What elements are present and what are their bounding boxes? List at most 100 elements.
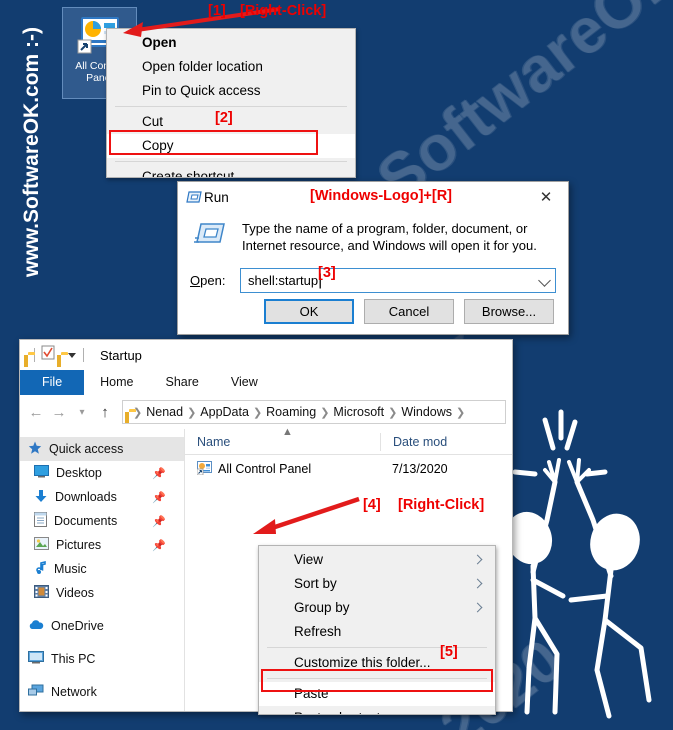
- onedrive-cloud-icon: [28, 619, 44, 633]
- tab-home[interactable]: Home: [84, 370, 149, 395]
- context-menu-desktop-icon[interactable]: Open Open folder location Pin to Quick a…: [106, 28, 356, 178]
- menu-separator: [115, 106, 347, 107]
- breadcrumb-segment-roaming[interactable]: Roaming: [266, 405, 316, 419]
- run-open-row: Open: shell:startup |: [190, 268, 556, 293]
- run-large-icon: [194, 220, 226, 253]
- browse-button[interactable]: Browse...: [464, 299, 554, 324]
- chevron-down-icon[interactable]: [538, 274, 551, 287]
- column-header-date-modified[interactable]: Date mod: [380, 432, 447, 451]
- star-icon: [28, 441, 42, 458]
- menu-item-paste-shortcut[interactable]: Paste shortcut: [259, 706, 495, 714]
- ribbon-tabs: File Home Share View: [20, 370, 512, 395]
- annotation-windows-logo-r: [Windows-Logo]+[R]: [310, 188, 453, 204]
- sidebar-item-label: Documents: [54, 514, 118, 528]
- window-title: Startup: [100, 347, 142, 363]
- close-icon[interactable]: ✕: [524, 182, 568, 212]
- run-dialog-buttons: OK Cancel Browse...: [178, 299, 568, 324]
- sidebar-item-label: OneDrive: [51, 619, 104, 633]
- run-dialog-description: Type the name of a program, folder, docu…: [242, 221, 537, 253]
- breadcrumb-separator: ❯: [133, 406, 143, 419]
- breadcrumb[interactable]: ❯ Nenad ❯ AppData ❯ Roaming ❯ Microsoft …: [122, 400, 506, 424]
- sidebar-item-label: This PC: [51, 652, 96, 666]
- sidebar-item-pictures[interactable]: Pictures 📌: [20, 533, 184, 557]
- forward-arrow-icon[interactable]: →: [49, 404, 69, 421]
- tab-file[interactable]: File: [20, 370, 85, 395]
- menu-item-paste[interactable]: Paste: [259, 682, 495, 706]
- menu-item-group-by[interactable]: Group by: [259, 596, 495, 620]
- menu-item-sort-by[interactable]: Sort by: [259, 572, 495, 596]
- sidebar-item-desktop[interactable]: Desktop 📌: [20, 461, 184, 485]
- annotation-4-step: [4]: [363, 497, 381, 513]
- sidebar-item-network[interactable]: Network: [20, 680, 184, 704]
- menu-item-copy[interactable]: Copy: [107, 134, 355, 158]
- toolbar-divider: [83, 348, 84, 362]
- run-dialog: Run ✕ Type the name of a program, folder…: [177, 181, 569, 335]
- annotation-3-step: [3]: [318, 265, 336, 281]
- screenshot-root: www.SoftwareOK.com :-) SoftwareOK.com So…: [0, 0, 673, 730]
- breadcrumb-segment-nenad[interactable]: Nenad: [146, 405, 183, 419]
- chevron-down-icon[interactable]: ▾: [72, 407, 92, 418]
- menu-item-open-folder-location[interactable]: Open folder location: [107, 55, 355, 79]
- this-pc-icon: [28, 651, 44, 667]
- run-open-value: shell:startup: [248, 273, 319, 288]
- sidebar-item-label: Music: [54, 562, 87, 576]
- menu-item-view[interactable]: View: [259, 548, 495, 572]
- menu-separator: [115, 161, 347, 162]
- breadcrumb-separator: ❯: [456, 406, 466, 419]
- documents-icon: [34, 512, 47, 530]
- pictures-icon: [34, 537, 49, 553]
- annotation-1-step: [1]: [208, 3, 226, 19]
- pin-icon[interactable]: 📌: [152, 467, 166, 480]
- sidebar-item-label: Quick access: [49, 442, 124, 456]
- file-name-label: All Control Panel: [218, 462, 312, 476]
- run-open-input[interactable]: shell:startup |: [240, 268, 556, 293]
- run-dialog-body: Type the name of a program, folder, docu…: [178, 212, 568, 293]
- file-list-header: ▲ Name Date mod: [185, 426, 512, 455]
- sidebar-item-music[interactable]: Music: [20, 557, 184, 581]
- network-icon: [28, 684, 44, 700]
- chevron-down-icon[interactable]: [67, 346, 77, 364]
- sidebar-item-onedrive[interactable]: OneDrive: [20, 614, 184, 638]
- breadcrumb-segment-appdata[interactable]: AppData: [200, 405, 249, 419]
- ok-button[interactable]: OK: [264, 299, 354, 324]
- sidebar-item-label: Desktop: [56, 466, 102, 480]
- menu-item-pin-to-quick-access[interactable]: Pin to Quick access: [107, 79, 355, 103]
- sidebar-item-downloads[interactable]: Downloads 📌: [20, 485, 184, 509]
- context-menu-folder-background[interactable]: View Sort by Group by Refresh Customize …: [258, 545, 496, 715]
- sidebar-item-documents[interactable]: Documents 📌: [20, 509, 184, 533]
- breadcrumb-segment-windows[interactable]: Windows: [401, 405, 452, 419]
- annotation-2-step: [2]: [215, 110, 233, 126]
- sort-ascending-icon: ▲: [282, 426, 293, 438]
- annotation-1-action: [Right-Click]: [240, 3, 327, 19]
- download-icon: [34, 489, 48, 506]
- videos-icon: [34, 585, 49, 601]
- menu-item-customize-this-folder[interactable]: Customize this folder...: [259, 651, 495, 675]
- sidebar-item-label: Videos: [56, 586, 94, 600]
- address-bar: ← → ▾ ↑ ❯ Nenad ❯ AppData ❯ Roaming ❯ Mi…: [20, 395, 512, 429]
- table-row[interactable]: All Control Panel 7/13/2020: [185, 455, 512, 479]
- menu-item-refresh[interactable]: Refresh: [259, 620, 495, 644]
- navigation-pane: Quick access Desktop 📌 Downloads 📌 Docum…: [20, 429, 185, 711]
- pin-icon[interactable]: 📌: [152, 491, 166, 504]
- cancel-button[interactable]: Cancel: [364, 299, 454, 324]
- quick-access-toolbar: Startup: [20, 340, 512, 370]
- pin-icon[interactable]: 📌: [152, 539, 166, 552]
- menu-item-create-shortcut[interactable]: Create shortcut: [107, 165, 355, 177]
- up-arrow-icon[interactable]: ↑: [95, 404, 115, 421]
- back-arrow-icon[interactable]: ←: [26, 404, 46, 421]
- breadcrumb-separator: ❯: [388, 406, 398, 419]
- sidebar-item-videos[interactable]: Videos: [20, 581, 184, 605]
- properties-icon[interactable]: [41, 345, 55, 365]
- breadcrumb-separator: ❯: [320, 406, 330, 419]
- pin-icon[interactable]: 📌: [152, 515, 166, 528]
- watermark-vertical-url: www.SoftwareOK.com :-): [20, 26, 43, 278]
- sidebar-item-this-pc[interactable]: This PC: [20, 647, 184, 671]
- sidebar-item-quick-access[interactable]: Quick access: [20, 437, 184, 461]
- run-icon: [186, 190, 202, 209]
- breadcrumb-segment-microsoft[interactable]: Microsoft: [333, 405, 384, 419]
- tab-share[interactable]: Share: [150, 370, 215, 395]
- menu-separator: [267, 678, 487, 679]
- tab-view[interactable]: View: [215, 370, 274, 395]
